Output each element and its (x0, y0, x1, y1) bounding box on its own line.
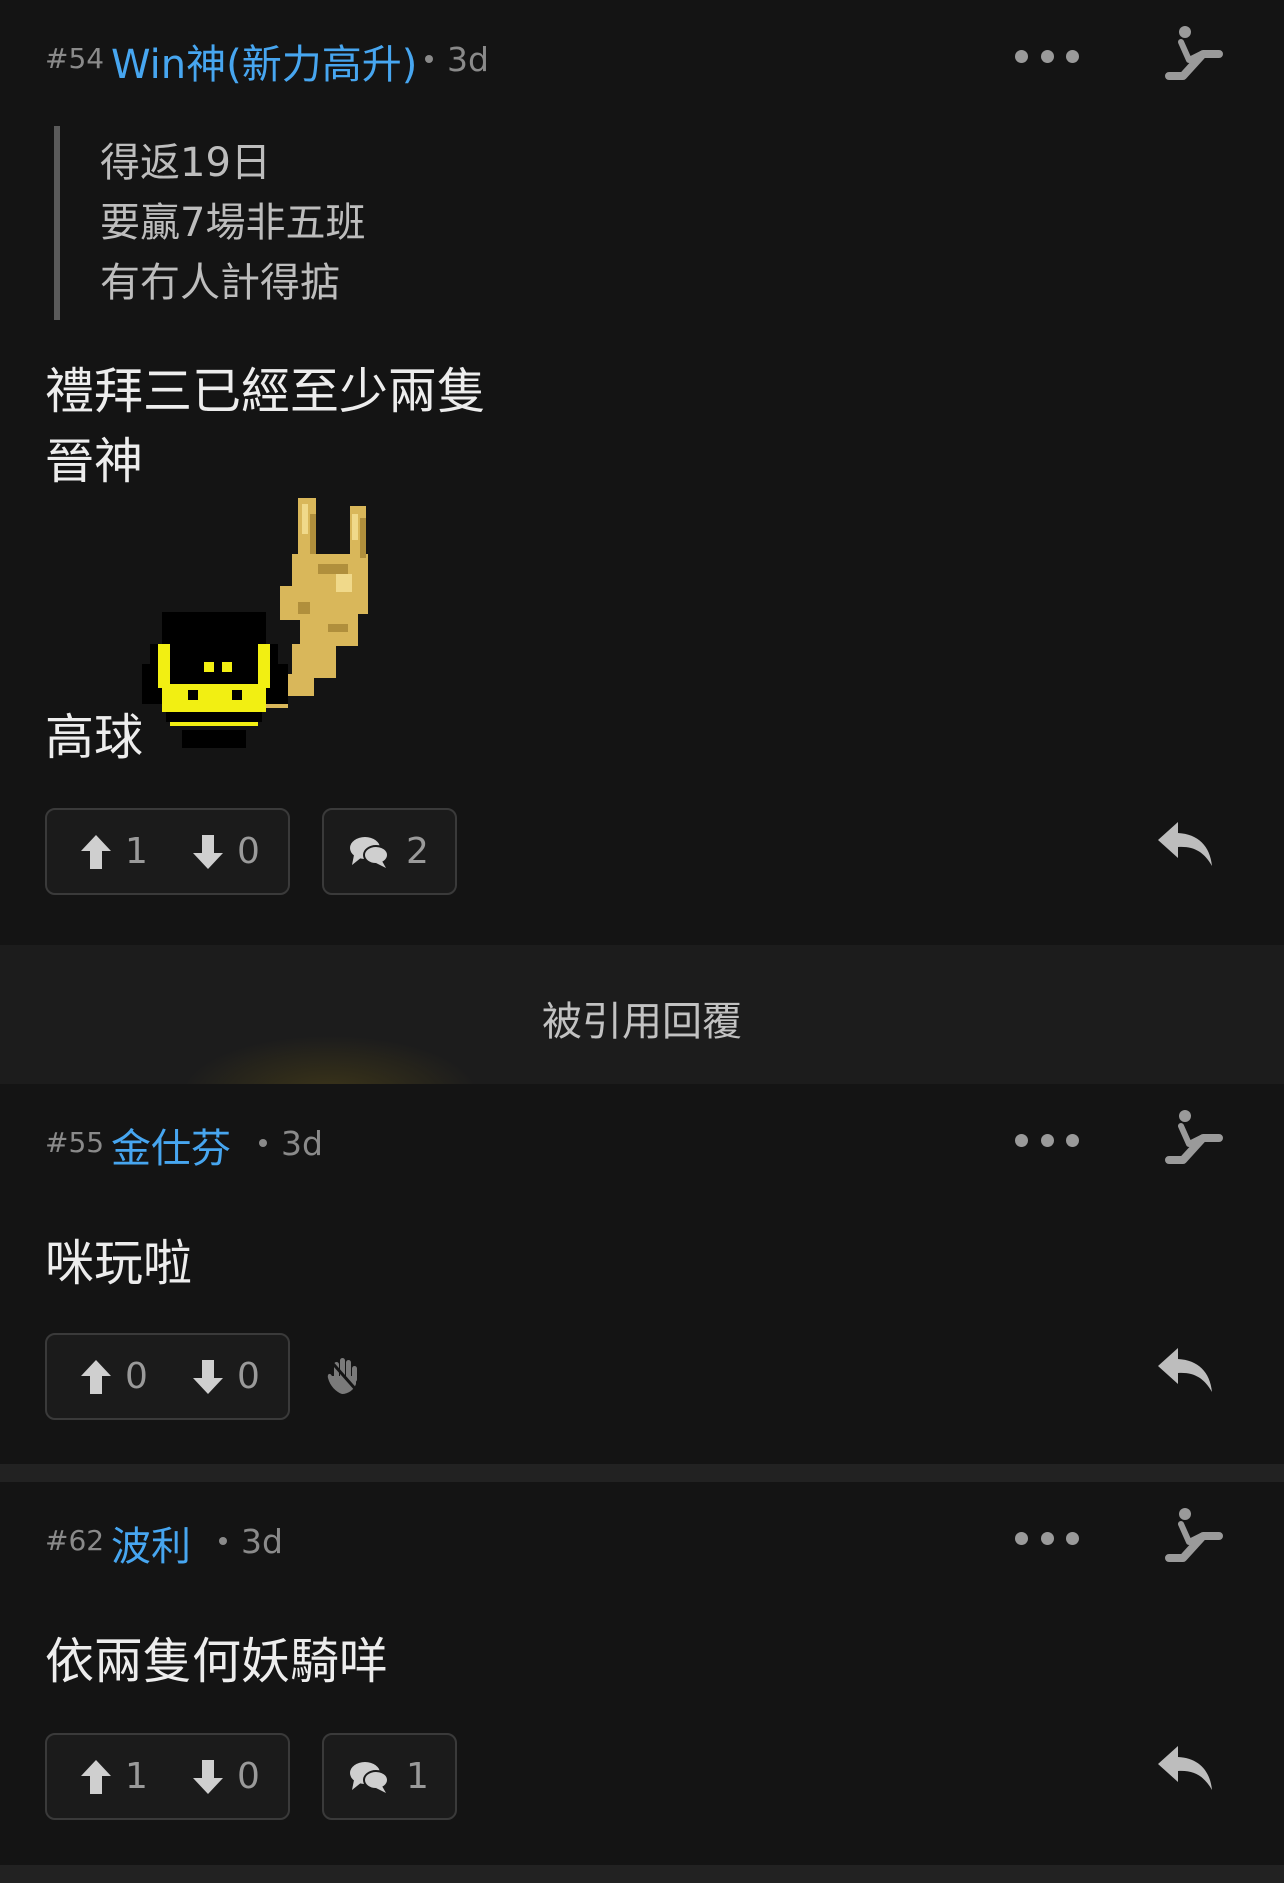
post-body-line: 禮拜三已經至少兩隻 (45, 363, 487, 420)
arrow-down-icon (193, 1759, 223, 1794)
post-body-line: 咪玩啦 (45, 1235, 193, 1292)
upvote-button[interactable]: 0 (81, 1335, 148, 1418)
downvote-count: 0 (237, 1356, 260, 1397)
more-dots-icon (1015, 1133, 1028, 1147)
quote-line: 要贏7場非五班 (100, 200, 366, 246)
post-body-line: 依兩隻何妖騎咩 (45, 1633, 389, 1690)
comment-count: 2 (406, 831, 429, 872)
post-time-text: 3d (241, 1522, 283, 1561)
quoted-replies-button[interactable]: 被引用回覆 (0, 945, 1284, 1084)
post-username[interactable]: 波利 (111, 1514, 191, 1572)
more-dot (1066, 49, 1079, 63)
arrow-down-icon (193, 1359, 223, 1394)
upvote-count: 1 (125, 1756, 148, 1797)
post-username[interactable]: Win神(新力高升) (111, 32, 417, 90)
comments-button[interactable]: 2 (322, 808, 457, 895)
post-time-text: 3d (447, 40, 489, 79)
more-options-button[interactable] (1015, 44, 1079, 68)
escalator-icon[interactable] (1161, 1506, 1231, 1566)
post-header: #55 金仕芬 3d (45, 1084, 1224, 1204)
post-time-text: 3d (281, 1124, 323, 1163)
post-header: #54 Win神(新力高升) 3d (45, 0, 1224, 120)
post-time: 3d (243, 1124, 323, 1163)
more-options-button[interactable] (1015, 1526, 1079, 1550)
vote-box: 1 0 (45, 808, 290, 895)
separator-dot (259, 1138, 267, 1147)
post-time: 3d (203, 1522, 283, 1561)
post-username[interactable]: 金仕芬 (111, 1116, 231, 1174)
post-62: #62 波利 3d 依兩隻何妖騎咩 1 0 1 (0, 1482, 1284, 1865)
more-dot (1040, 1133, 1054, 1147)
comment-count: 1 (406, 1756, 429, 1797)
post-number: #54 (45, 42, 105, 75)
arrow-down-icon (193, 834, 223, 869)
downvote-count: 0 (237, 831, 260, 872)
more-dot (1040, 49, 1054, 63)
comments-button[interactable]: 1 (322, 1733, 457, 1820)
post-time: 3d (409, 40, 489, 79)
vote-box: 0 0 (45, 1333, 290, 1420)
arrow-up-icon (81, 1759, 111, 1794)
quote-line: 有冇人計得掂 (100, 260, 340, 306)
vote-box: 1 0 (45, 1733, 290, 1820)
downvote-button[interactable]: 0 (193, 1735, 260, 1818)
quote-line: 得返19日 (100, 140, 271, 186)
more-dot (1066, 1531, 1079, 1545)
escalator-icon[interactable] (1161, 1108, 1231, 1168)
post-body-line: 晉神 (45, 433, 144, 490)
upvote-count: 1 (125, 831, 148, 872)
more-dot (1040, 1531, 1054, 1545)
quoted-replies-label: 被引用回覆 (542, 999, 742, 1045)
post-header: #62 波利 3d (45, 1482, 1224, 1602)
escalator-icon[interactable] (1161, 24, 1231, 84)
post-body-line: 高球 (45, 709, 144, 766)
post-54: #54 Win神(新力高升) 3d 得返19日 要贏7場非五班 有冇人計得掂 禮… (0, 0, 1284, 945)
upvote-count: 0 (125, 1356, 148, 1397)
post-number: #55 (45, 1126, 105, 1159)
separator-dot (219, 1536, 227, 1545)
comment-bubble-icon (350, 836, 389, 868)
downvote-button[interactable]: 0 (193, 1335, 260, 1418)
more-options-button[interactable] (1015, 1128, 1079, 1152)
downvote-count: 0 (237, 1756, 260, 1797)
post-separator (0, 1464, 1284, 1482)
reply-icon[interactable] (1156, 1346, 1214, 1396)
pixel-smiley-rock-hand-sticker (142, 498, 368, 748)
thread-page: #54 Win神(新力高升) 3d 得返19日 要贏7場非五班 有冇人計得掂 禮… (0, 0, 1284, 1883)
separator-dot (425, 54, 433, 63)
reply-icon[interactable] (1156, 820, 1214, 870)
upvote-button[interactable]: 1 (81, 1735, 148, 1818)
arrow-up-icon (81, 834, 111, 869)
post-separator (0, 1865, 1284, 1883)
downvote-button[interactable]: 0 (193, 810, 260, 893)
post-55: #55 金仕芬 3d 咪玩啦 0 0 (0, 1084, 1284, 1464)
upvote-button[interactable]: 1 (81, 810, 148, 893)
hand-icon[interactable] (326, 1356, 360, 1394)
comment-bubble-icon (350, 1761, 389, 1793)
reply-icon[interactable] (1156, 1744, 1214, 1794)
post-number: #62 (45, 1524, 105, 1557)
arrow-up-icon (81, 1359, 111, 1394)
quoted-text: 得返19日 要贏7場非五班 有冇人計得掂 (54, 126, 760, 320)
more-dots-icon (1015, 1531, 1028, 1545)
more-dot (1066, 1133, 1079, 1147)
more-dots-icon (1015, 49, 1028, 63)
